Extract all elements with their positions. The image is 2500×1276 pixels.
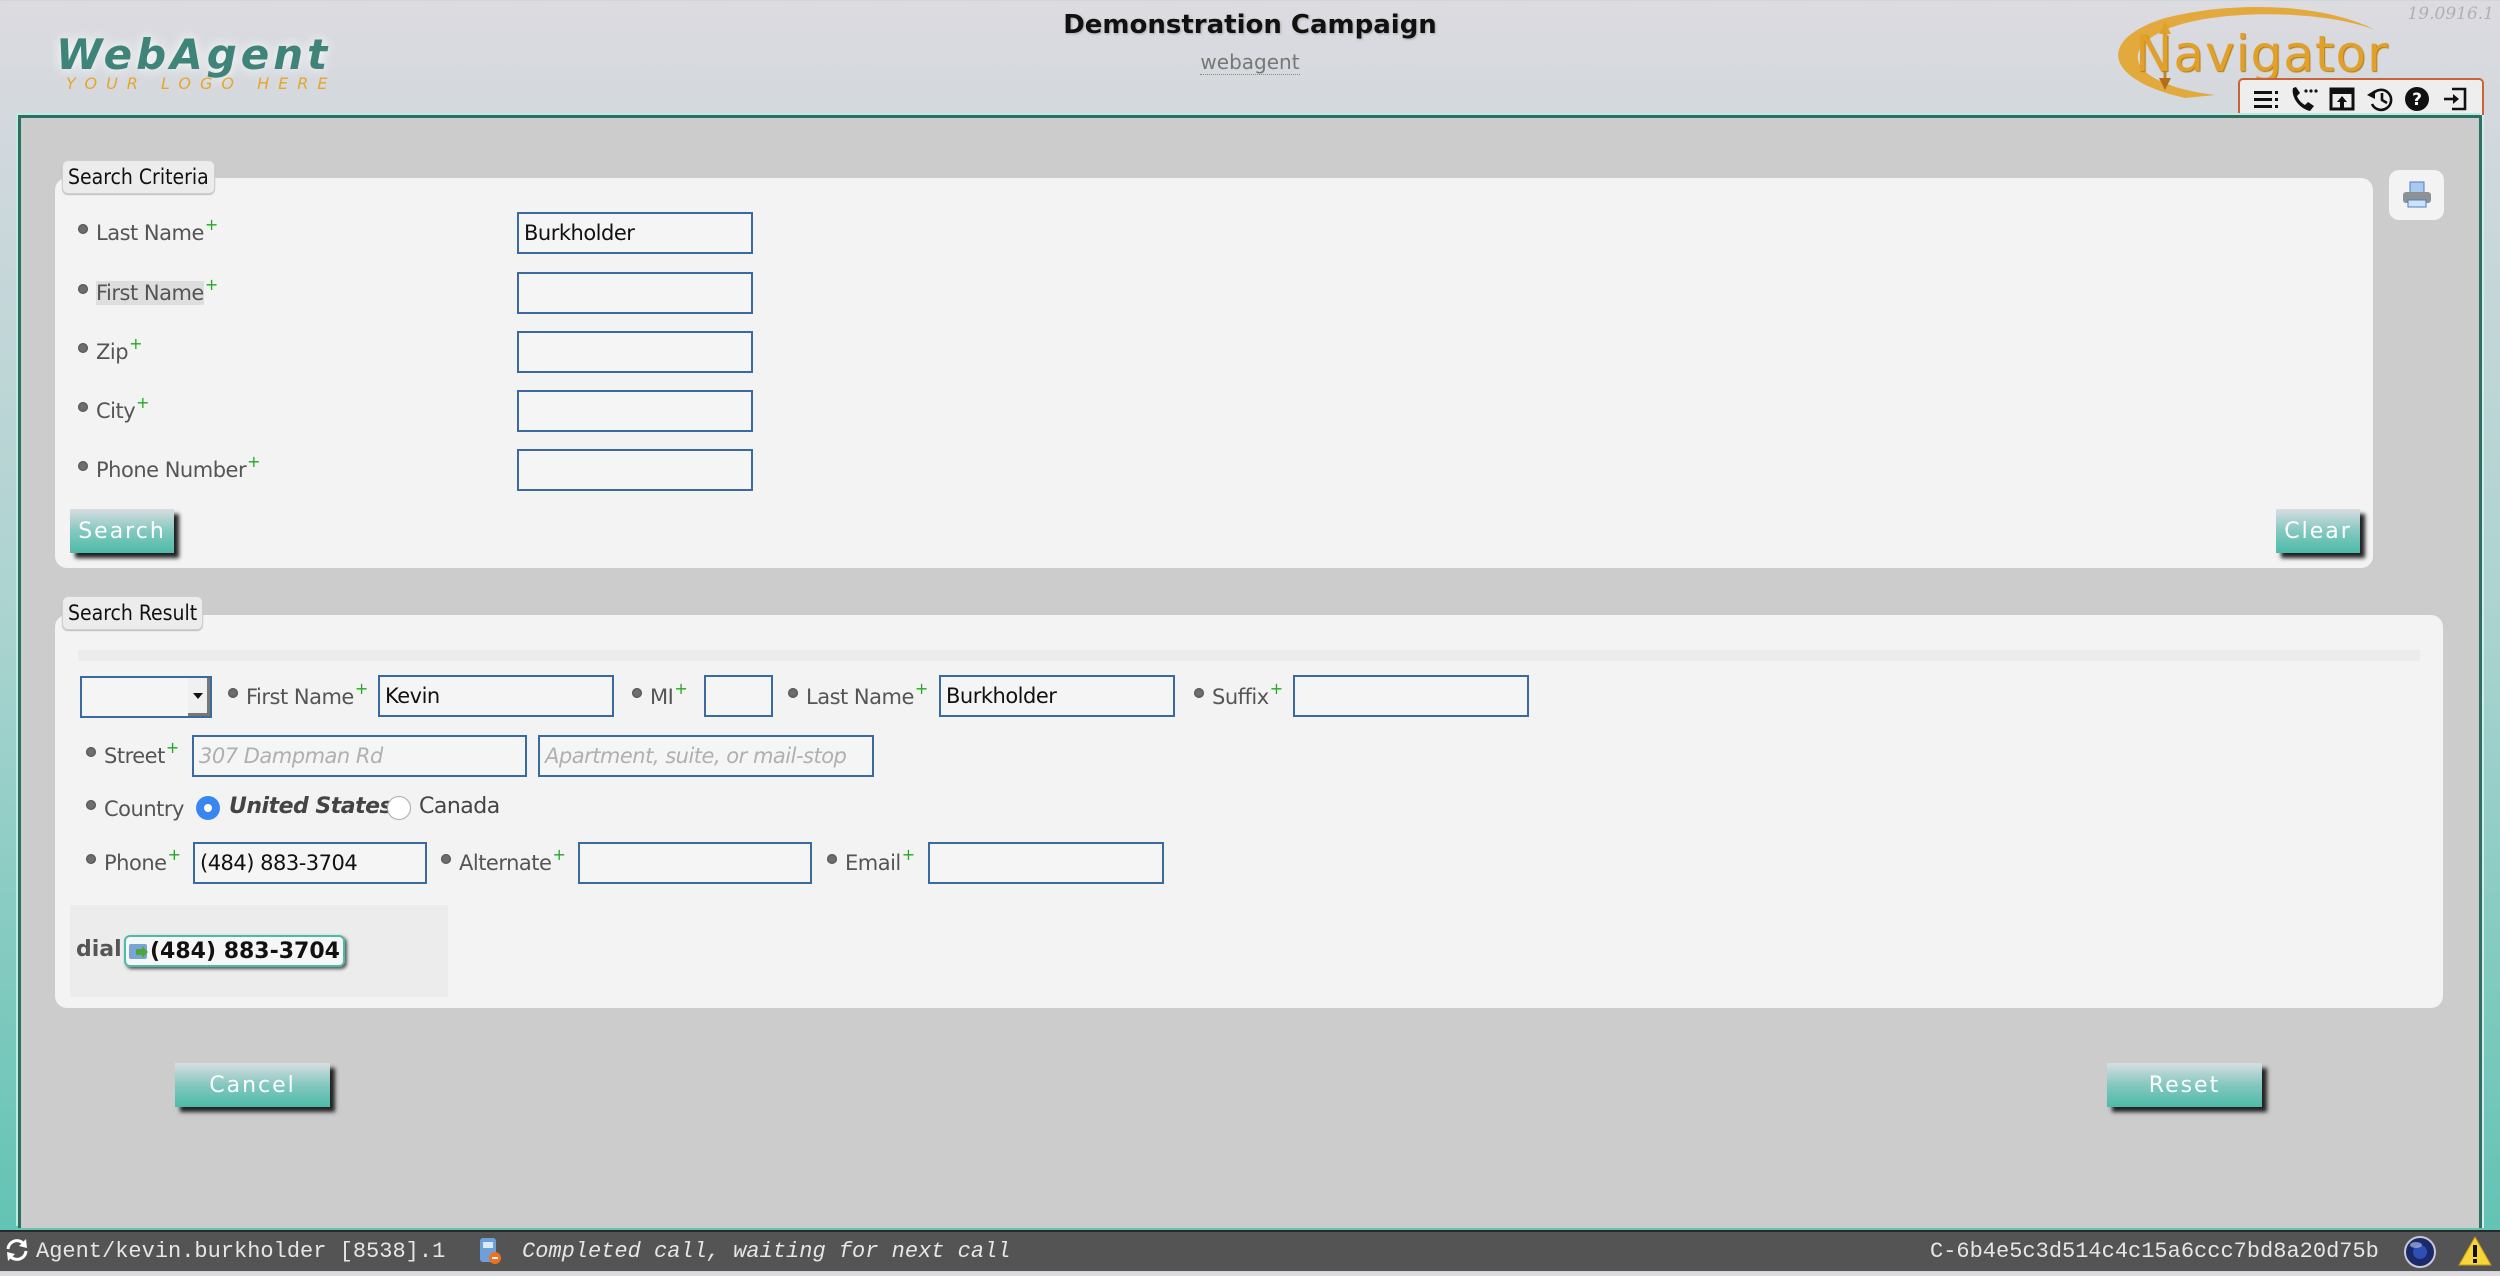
svg-text:?: ? xyxy=(2413,90,2423,110)
search-criteria-legend: Search Criteria xyxy=(62,160,215,194)
country-radio-united-states[interactable] xyxy=(196,796,220,820)
result-first-name-input[interactable]: Kevin xyxy=(378,675,614,717)
history-icon[interactable] xyxy=(2365,84,2395,114)
result-label-suffix: Suffix + xyxy=(1194,679,1283,709)
result-last-name-input[interactable]: Burkholder xyxy=(939,675,1175,717)
result-separator xyxy=(78,650,2420,661)
status-bar: Agent/kevin.burkholder [8538].1 Complete… xyxy=(0,1230,2500,1271)
criteria-city-input[interactable] xyxy=(517,390,753,432)
call-status-icon xyxy=(478,1236,502,1273)
criteria-label-city: City + xyxy=(78,393,150,423)
required-marker: + xyxy=(901,845,915,864)
webcam-icon[interactable] xyxy=(2403,1235,2437,1276)
dial-number-button[interactable]: (484) 883-3704 xyxy=(124,935,345,967)
bullet-icon xyxy=(86,854,96,864)
bullet-icon xyxy=(78,402,88,412)
version-label: 19.0916.1 xyxy=(2407,4,2494,24)
street-line1-input[interactable]: 307 Dampman Rd xyxy=(192,735,527,777)
result-mi-input[interactable] xyxy=(704,675,773,717)
bullet-icon xyxy=(1194,688,1204,698)
bullet-icon xyxy=(78,224,88,234)
dial-label: dial xyxy=(76,937,122,962)
logo-tagline: YOUR LOGO HERE xyxy=(66,74,337,93)
required-marker: + xyxy=(914,679,928,698)
bullet-icon xyxy=(788,688,798,698)
refresh-icon[interactable] xyxy=(4,1237,30,1270)
result-label-email: Email + xyxy=(827,845,915,875)
result-alternate-input[interactable] xyxy=(578,842,812,884)
clear-button[interactable]: Clear xyxy=(2276,509,2360,553)
required-marker: + xyxy=(136,393,150,412)
required-marker: + xyxy=(204,215,218,234)
result-label-mi: MI + xyxy=(632,679,688,709)
required-marker: + xyxy=(165,738,179,757)
required-marker: + xyxy=(1269,679,1283,698)
call-icon[interactable] xyxy=(2289,84,2319,114)
search-result-legend: Search Result xyxy=(62,596,204,630)
chevron-down-icon[interactable] xyxy=(188,678,210,716)
criteria-phone-number-input[interactable] xyxy=(517,449,753,491)
required-marker: + xyxy=(247,452,260,471)
bullet-icon xyxy=(86,800,96,810)
country-radio-canada[interactable] xyxy=(387,796,411,820)
reset-button[interactable]: Reset xyxy=(2107,1063,2262,1107)
result-email-input[interactable] xyxy=(928,842,1164,884)
required-marker: + xyxy=(167,845,181,864)
country-option-canada[interactable]: Canada xyxy=(419,794,500,819)
salutation-select[interactable] xyxy=(80,676,212,718)
result-label-last-name: Last Name + xyxy=(788,679,928,709)
result-phone-input[interactable]: (484) 883-3704 xyxy=(193,842,427,884)
bullet-icon xyxy=(632,688,642,698)
required-marker: + xyxy=(129,334,142,353)
bullet-icon xyxy=(441,854,451,864)
required-marker: + xyxy=(354,679,368,698)
help-icon[interactable]: ? xyxy=(2402,84,2432,114)
bullet-icon xyxy=(78,343,88,353)
criteria-label-first-name: First Name + xyxy=(78,275,218,305)
logout-icon[interactable] xyxy=(2440,84,2470,114)
result-label-first-name: First Name + xyxy=(228,679,368,709)
printer-icon xyxy=(2402,181,2431,208)
bullet-icon xyxy=(228,688,238,698)
warning-icon[interactable] xyxy=(2458,1235,2492,1274)
bullet-icon xyxy=(78,284,88,294)
result-label-street: Street + xyxy=(86,738,179,768)
country-option-united-states[interactable]: United States xyxy=(229,794,393,819)
radio-selected-dot xyxy=(204,804,212,812)
call-status-text: Completed call, waiting for next call xyxy=(522,1239,1011,1264)
criteria-last-name-input[interactable]: Burkholder xyxy=(517,212,753,254)
print-button[interactable] xyxy=(2389,170,2444,220)
required-marker: + xyxy=(204,275,218,294)
result-suffix-input[interactable] xyxy=(1293,675,1529,717)
bullet-icon xyxy=(86,747,96,757)
dial-number: (484) 883-3704 xyxy=(150,938,340,964)
bullet-icon xyxy=(78,461,88,471)
criteria-zip-input[interactable] xyxy=(517,331,753,373)
result-label-alternate: Alternate + xyxy=(441,845,566,875)
result-label-phone: Phone + xyxy=(86,845,181,875)
required-marker: + xyxy=(552,845,566,864)
criteria-label-last-name: Last Name + xyxy=(78,215,218,245)
bullet-icon xyxy=(827,854,837,864)
street-line2-input[interactable]: Apartment, suite, or mail-stop xyxy=(538,735,874,777)
dial-phone-icon xyxy=(129,944,148,959)
criteria-label-zip: Zip + xyxy=(78,334,142,364)
criteria-label-phone-number: Phone Number + xyxy=(78,452,260,482)
search-criteria-panel xyxy=(55,178,2373,568)
agent-toolbar: ? xyxy=(2238,78,2484,118)
agent-id: Agent/kevin.burkholder [8538].1 xyxy=(36,1239,446,1264)
result-label-country: Country xyxy=(86,797,184,821)
menu-list-icon[interactable] xyxy=(2252,84,2282,114)
criteria-first-name-input[interactable] xyxy=(517,272,753,314)
required-marker: + xyxy=(674,679,688,698)
search-button[interactable]: Search xyxy=(70,509,174,553)
session-id: C-6b4e5c3d514c4c15a6ccc7bd8a20d75b xyxy=(1930,1239,2379,1264)
cancel-button[interactable]: Cancel xyxy=(175,1063,330,1107)
popout-icon[interactable] xyxy=(2327,84,2357,114)
campaign-subtitle-link[interactable]: webagent xyxy=(1200,50,1300,75)
